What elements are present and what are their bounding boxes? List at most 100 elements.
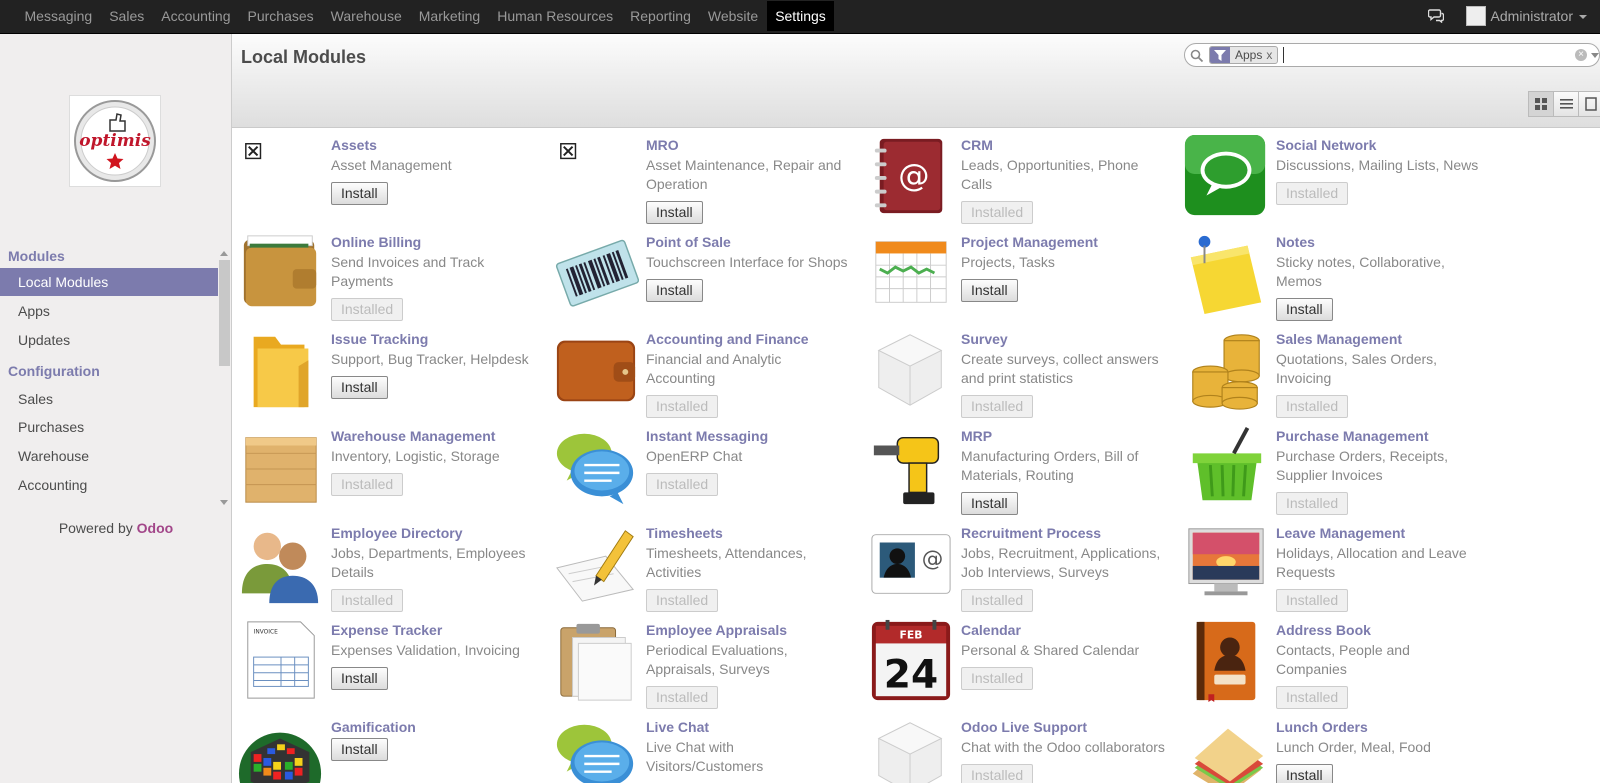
search-options-icon[interactable] — [1591, 53, 1599, 58]
module-card[interactable]: Timesheets Timesheets, Attendances, Activ… — [547, 517, 859, 614]
module-card[interactable]: @ Recruitment Process Jobs, Recruitment, A… — [862, 517, 1174, 614]
module-card[interactable]: Online Billing Send Invoices and Track Pa… — [232, 226, 544, 323]
sidebar-item-local-modules[interactable]: Local Modules — [0, 268, 218, 296]
install-button[interactable]: Install — [646, 201, 703, 224]
module-card[interactable]: Sales Management Quotations, Sales Orders… — [1177, 323, 1489, 420]
module-name[interactable]: Survey — [961, 331, 1008, 347]
install-button[interactable]: Install — [646, 279, 703, 302]
module-name[interactable]: Calendar — [961, 622, 1021, 638]
menu-marketing[interactable]: Marketing — [410, 0, 488, 32]
module-card[interactable]: Employee Appraisals Periodical Evaluation… — [547, 614, 859, 711]
install-button[interactable]: Install — [961, 279, 1018, 302]
facet-remove-button[interactable]: x — [1266, 48, 1277, 62]
odoo-link[interactable]: Odoo — [137, 520, 174, 536]
install-button[interactable]: Install — [331, 738, 388, 761]
module-name[interactable]: Accounting and Finance — [646, 331, 809, 347]
module-name[interactable]: Employee Directory — [331, 525, 463, 541]
module-card[interactable]: Instant Messaging OpenERP Chat Installed — [547, 420, 859, 517]
search-box[interactable]: Apps x × — [1184, 43, 1600, 67]
module-name[interactable]: CRM — [961, 137, 993, 153]
install-button[interactable]: Install — [331, 667, 388, 690]
module-name[interactable]: Expense Tracker — [331, 622, 442, 638]
user-name[interactable]: Administrator — [1491, 8, 1573, 24]
module-name[interactable]: MRO — [646, 137, 679, 153]
module-name[interactable]: Purchase Management — [1276, 428, 1429, 444]
menu-reporting[interactable]: Reporting — [622, 0, 700, 32]
menu-human-resources[interactable]: Human Resources — [489, 0, 622, 32]
sidebar-item-purchases[interactable]: Purchases — [0, 413, 218, 441]
module-card[interactable]: Odoo Live Support Chat with the Odoo coll… — [862, 711, 1174, 783]
menu-messaging[interactable]: Messaging — [16, 0, 101, 32]
search-facet[interactable]: Apps x — [1209, 46, 1279, 64]
module-card[interactable]: Employee Directory Jobs, Departments, Emp… — [232, 517, 544, 614]
sidebar-scrollbar[interactable] — [218, 248, 230, 508]
install-button[interactable]: Install — [1276, 298, 1333, 321]
menu-warehouse[interactable]: Warehouse — [322, 0, 410, 32]
menu-accounting[interactable]: Accounting — [153, 0, 239, 32]
module-name[interactable]: Notes — [1276, 234, 1315, 250]
install-button[interactable]: Install — [331, 376, 388, 399]
sidebar-item-warehouse[interactable]: Warehouse — [0, 442, 218, 470]
scrollbar-thumb[interactable] — [219, 260, 230, 366]
scroll-up-icon[interactable] — [220, 251, 228, 256]
form-view-button[interactable] — [1578, 91, 1600, 117]
scroll-down-icon[interactable] — [220, 500, 228, 505]
clear-search-icon[interactable]: × — [1575, 49, 1587, 61]
module-name[interactable]: Odoo Live Support — [961, 719, 1087, 735]
module-card[interactable]: Issue Tracking Support, Bug Tracker, Help… — [232, 323, 544, 420]
module-card[interactable]: Point of Sale Touchscreen Interface for S… — [547, 226, 859, 323]
sidebar-item-sales[interactable]: Sales — [0, 385, 218, 413]
menu-settings[interactable]: Settings — [766, 1, 835, 31]
module-name[interactable]: Point of Sale — [646, 234, 731, 250]
module-card[interactable]: @ CRM Leads, Opportunities, Phone Calls Ins… — [862, 129, 1174, 226]
module-name[interactable]: Lunch Orders — [1276, 719, 1368, 735]
module-card[interactable]: FEB 24 Calendar Personal & Shared Calendar I… — [862, 614, 1174, 711]
module-name[interactable]: Social Network — [1276, 137, 1376, 153]
module-name[interactable]: Sales Management — [1276, 331, 1402, 347]
module-card[interactable]: MRP Manufacturing Orders, Bill of Materia… — [862, 420, 1174, 517]
search-icon[interactable] — [1190, 49, 1204, 63]
install-button[interactable]: Install — [961, 492, 1018, 515]
sidebar-item-updates[interactable]: Updates — [0, 326, 218, 354]
chat-icon[interactable] — [1427, 9, 1444, 23]
module-name[interactable]: Gamification — [331, 719, 416, 735]
module-name[interactable]: Timesheets — [646, 525, 723, 541]
install-button[interactable]: Install — [1276, 764, 1333, 783]
module-card[interactable]: Leave Management Holidays, Allocation and… — [1177, 517, 1489, 614]
module-card[interactable]: Accounting and Finance Financial and Anal… — [547, 323, 859, 420]
module-card[interactable]: Survey Create surveys, collect answers an… — [862, 323, 1174, 420]
module-name[interactable]: Project Management — [961, 234, 1098, 250]
module-name[interactable]: Issue Tracking — [331, 331, 428, 347]
menu-website[interactable]: Website — [699, 0, 766, 32]
list-view-button[interactable] — [1553, 91, 1579, 117]
module-card[interactable]: Social Network Discussions, Mailing Lists… — [1177, 129, 1489, 226]
module-name[interactable]: Online Billing — [331, 234, 421, 250]
module-card[interactable]: Lunch Orders Lunch Order, Meal, Food Insta… — [1177, 711, 1489, 783]
chevron-down-icon[interactable] — [1579, 15, 1587, 19]
module-card[interactable]: Warehouse Management Inventory, Logistic,… — [232, 420, 544, 517]
company-logo[interactable]: optimis — [69, 95, 161, 187]
module-name[interactable]: Assets — [331, 137, 377, 153]
module-card[interactable]: Live Chat Live Chat with Visitors/Custome… — [547, 711, 859, 783]
module-card[interactable]: Address Book Contacts, People and Compani… — [1177, 614, 1489, 711]
install-button[interactable]: Install — [331, 182, 388, 205]
module-name[interactable]: MRP — [961, 428, 992, 444]
module-name[interactable]: Employee Appraisals — [646, 622, 787, 638]
sidebar-item-accounting[interactable]: Accounting — [0, 471, 218, 499]
module-name[interactable]: Live Chat — [646, 719, 709, 735]
module-name[interactable]: Instant Messaging — [646, 428, 768, 444]
module-name[interactable]: Warehouse Management — [331, 428, 495, 444]
module-card[interactable]: MRO Asset Maintenance, Repair and Operati… — [547, 129, 859, 226]
kanban-view-button[interactable] — [1528, 91, 1554, 117]
module-card[interactable]: Assets Asset Management Install — [232, 129, 544, 226]
module-name[interactable]: Address Book — [1276, 622, 1371, 638]
menu-purchases[interactable]: Purchases — [239, 0, 322, 32]
module-card[interactable]: Purchase Management Purchase Orders, Rece… — [1177, 420, 1489, 517]
module-card[interactable]: Notes Sticky notes, Collaborative, Memos I… — [1177, 226, 1489, 323]
module-name[interactable]: Leave Management — [1276, 525, 1405, 541]
avatar[interactable] — [1465, 6, 1486, 26]
module-name[interactable]: Recruitment Process — [961, 525, 1101, 541]
module-card[interactable]: Gamification Install — [232, 711, 544, 783]
search-input[interactable] — [1283, 47, 1553, 63]
module-card[interactable]: INVOICE Expense Tracker Expenses Validatio… — [232, 614, 544, 711]
